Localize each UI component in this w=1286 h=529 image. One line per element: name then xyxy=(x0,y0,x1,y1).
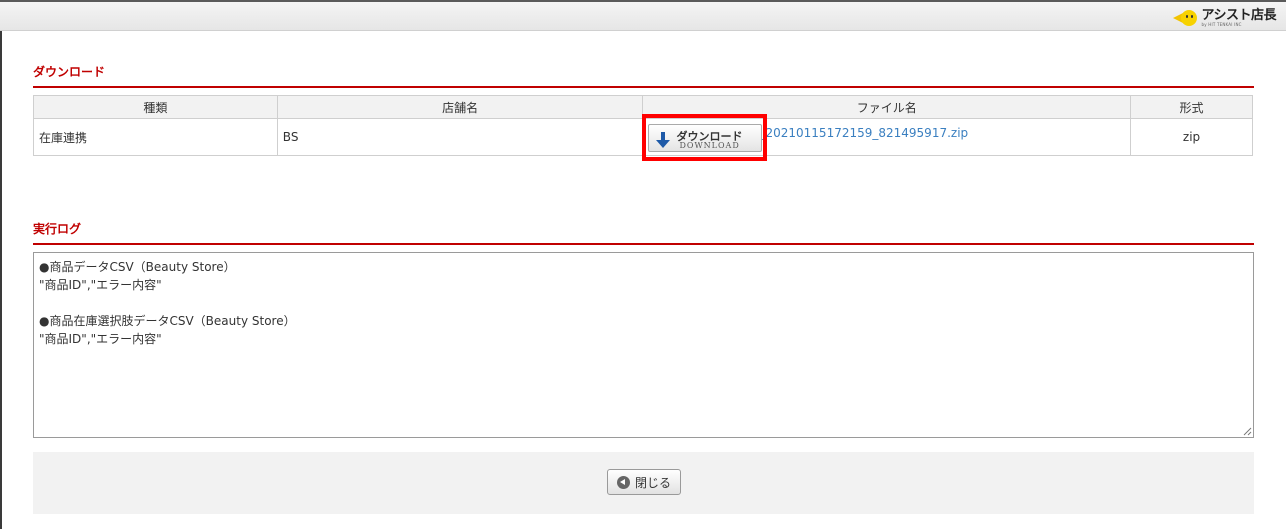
app-logo: アシスト店長 by HIT TENKAI INC xyxy=(1172,7,1277,29)
log-section-title: 実行ログ xyxy=(33,220,1254,245)
column-header-file-name: ファイル名 xyxy=(642,95,1132,119)
cell-file: _20210115172159_821495917.zip ダウンロード DOW… xyxy=(642,118,1132,156)
column-header-type: 種類 xyxy=(33,95,278,119)
cell-format: zip xyxy=(1130,118,1253,156)
close-button[interactable]: 閉じる xyxy=(607,469,681,495)
execution-log-textarea[interactable]: ●商品データCSV（Beauty Store） "商品ID","エラー内容" ●… xyxy=(33,252,1254,438)
footer-area: 閉じる xyxy=(33,452,1254,514)
cell-type: 在庫連携 xyxy=(33,118,278,156)
table-row: 在庫連携 BS _20210115172159_821495917.zip ダウ… xyxy=(33,118,1253,156)
table-header-row: 種類 店舗名 ファイル名 形式 xyxy=(33,95,1253,119)
logo-mascot-icon xyxy=(1172,10,1199,26)
cell-store: BS xyxy=(276,118,644,156)
column-header-store: 店舗名 xyxy=(276,95,644,119)
left-edge-bar xyxy=(0,31,2,529)
download-button[interactable]: ダウンロード DOWNLOAD xyxy=(648,124,763,152)
download-button-sublabel: DOWNLOAD xyxy=(679,141,740,150)
download-arrow-icon xyxy=(656,132,671,148)
resize-grip-icon[interactable] xyxy=(1242,426,1252,436)
close-button-label: 閉じる xyxy=(634,475,671,490)
logo-subtext: by HIT TENKAI INC xyxy=(1201,22,1242,27)
top-bar: アシスト店長 by HIT TENKAI INC xyxy=(0,0,1286,31)
column-header-format: 形式 xyxy=(1130,95,1253,119)
back-arrow-icon xyxy=(616,475,630,489)
file-name-link[interactable]: _20210115172159_821495917.zip xyxy=(759,126,968,140)
download-section-title: ダウンロード xyxy=(33,63,1254,88)
download-table: 種類 店舗名 ファイル名 形式 在庫連携 BS _20210115172159_… xyxy=(33,95,1253,156)
logo-text: アシスト店長 xyxy=(1201,8,1277,23)
